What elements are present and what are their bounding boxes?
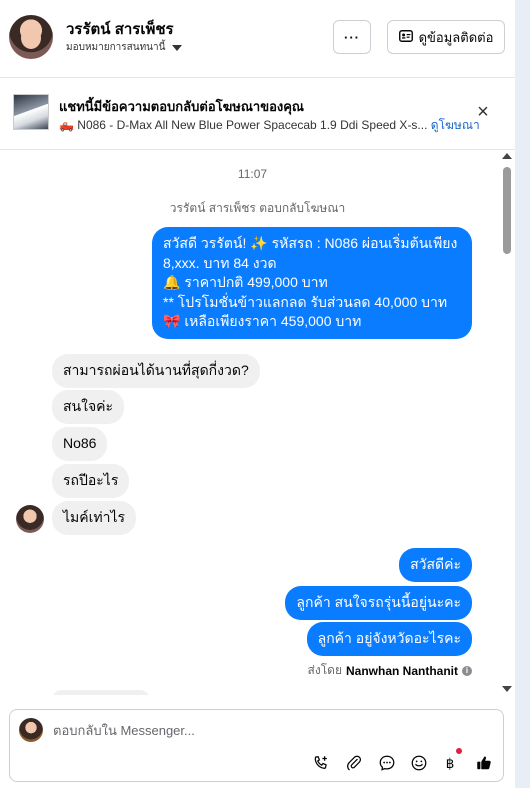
sent-by-label: ส่งโดย Nanwhan Nanthanit i [308, 661, 472, 680]
assign-conversation-dropdown[interactable]: มอบหมายการสนทนานี้ [66, 40, 183, 55]
close-icon[interactable]: × [474, 102, 492, 122]
composer-area: ฿ [0, 695, 515, 788]
assign-label: มอบหมายการสนทนานี้ [66, 42, 166, 53]
message-bubble[interactable]: ลูกค้า สนใจรถรุ่นนี้อยู่นะคะ [285, 586, 472, 620]
window-edge [515, 0, 530, 788]
message-bubble[interactable]: สวัสดี วรรัตน์! ✨ รหัสรถ : N086 ผ่อนเริ่… [152, 227, 472, 339]
message-bubble[interactable]: สามารถผ่อนได้นานที่สุดกี่งวด? [52, 354, 260, 388]
chat-bubble-icon[interactable] [376, 752, 398, 774]
ad-reply-banner: แชทนี้มีข้อความตอบกลับต่อโฆษณาของคุณ 🛻 N… [0, 78, 515, 150]
ad-description-text: 🛻 N086 - D-Max All New Blue Power Spacec… [59, 118, 428, 132]
conversation-header: วรรัตน์ สารเพ็ชร มอบหมายการสนทนานี้ ··· … [0, 0, 515, 78]
paperclip-icon[interactable] [343, 752, 365, 774]
scroll-up-arrow-icon[interactable] [502, 153, 512, 159]
svg-text:฿: ฿ [446, 756, 455, 772]
ad-description: 🛻 N086 - D-Max All New Blue Power Spacec… [59, 116, 480, 135]
view-contact-label: ดูข้อมูลติดต่อ [418, 29, 494, 45]
phone-plus-icon[interactable] [310, 752, 332, 774]
ad-reply-note: วรรัตน์ สารเพ็ชร ตอบกลับโฆษณา [169, 201, 346, 215]
contact-avatar[interactable] [9, 15, 53, 59]
contact-card-icon [398, 29, 413, 45]
info-icon[interactable]: i [462, 665, 472, 676]
page-avatar [19, 718, 43, 742]
view-ad-link[interactable]: ดูโฆษณา [431, 118, 480, 132]
more-options-button[interactable]: ··· [333, 20, 371, 54]
emoji-icon[interactable] [408, 752, 430, 774]
contact-name[interactable]: วรรัตน์ สารเพ็ชร [66, 17, 174, 41]
ad-thumbnail [13, 94, 49, 130]
reply-input[interactable] [53, 719, 483, 741]
message-bubble[interactable]: สวัสดีค่ะ [399, 548, 472, 582]
message-timestamp: 11:07 [237, 167, 268, 181]
notification-dot [456, 748, 462, 754]
message-bubble[interactable]: รถปีอะไร [52, 464, 130, 498]
view-contact-button[interactable]: ดูข้อมูลติดต่อ [387, 20, 505, 54]
thumbs-up-icon[interactable] [473, 752, 495, 774]
composer-box: ฿ [9, 709, 504, 782]
caret-down-icon [172, 44, 183, 51]
baht-icon[interactable]: ฿ [439, 752, 461, 774]
sent-by-name: Nanwhan Nanthanit [345, 663, 458, 678]
sent-by-prefix: ส่งโดย [307, 663, 342, 677]
scrollbar-thumb[interactable] [503, 167, 511, 254]
message-bubble[interactable]: ลูกค้า อยู่จังหวัดอะไรคะ [306, 622, 472, 656]
sender-avatar[interactable] [16, 505, 44, 533]
ad-banner-title: แชทนี้มีข้อความตอบกลับต่อโฆษณาของคุณ [59, 99, 304, 114]
message-thread[interactable]: 11:07 วรรัตน์ สารเพ็ชร ตอบกลับโฆษณา สวัส… [0, 150, 500, 695]
scroll-down-arrow-icon[interactable] [502, 686, 512, 692]
message-bubble[interactable]: สนใจค่ะ [52, 390, 125, 424]
message-bubble[interactable]: ไมค์เท่าไร [52, 501, 137, 535]
message-bubble[interactable]: No86 [52, 427, 108, 461]
